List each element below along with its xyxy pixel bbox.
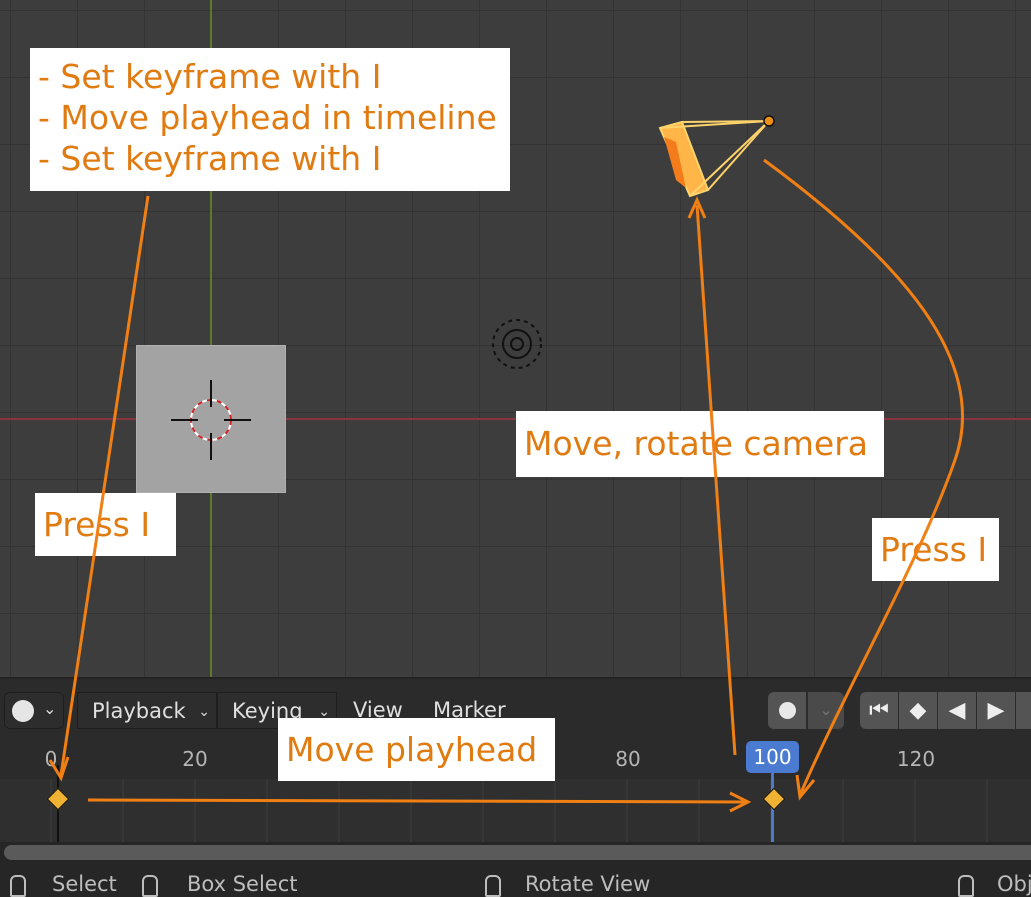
tick-label: 0 <box>44 747 58 771</box>
scrollbar-thumb[interactable] <box>4 845 1031 860</box>
move-camera-note: Move, rotate camera <box>516 411 884 477</box>
press-i-right-note: Press I <box>872 518 999 581</box>
step-1-text: - Set keyframe with I <box>38 57 382 96</box>
mouse-drag-icon <box>142 875 158 897</box>
chevron-down-icon: ⌄ <box>198 704 210 720</box>
status-box-select: Box Select <box>187 872 298 896</box>
move-playhead-note: Move playhead <box>278 718 555 781</box>
status-bar: Select Box Select Rotate View Obj <box>0 866 1031 897</box>
timeline-scrollbar[interactable] <box>0 842 1031 866</box>
press-i-left-note: Press I <box>35 493 176 556</box>
tick-label: 120 <box>896 747 936 771</box>
step-2-text: - Move playhead in timeline <box>38 98 497 137</box>
mouse-right-icon <box>958 875 974 897</box>
record-dot-icon <box>779 702 796 719</box>
step-3-text: - Set keyframe with I <box>38 139 382 178</box>
jump-to-end-icon[interactable] <box>1016 692 1031 729</box>
editor-type-button[interactable]: ⌄ <box>4 692 64 729</box>
play-icon[interactable]: ▶ <box>977 692 1015 729</box>
status-object: Obj <box>997 872 1031 896</box>
steps-note: - Set keyframe with I - Move playhead in… <box>30 48 510 191</box>
cube-object[interactable] <box>136 345 286 493</box>
tick-label: 80 <box>615 747 641 771</box>
mouse-left-icon <box>10 875 26 897</box>
mouse-middle-icon <box>485 875 501 897</box>
jump-to-start-icon[interactable]: ⏮ <box>860 692 898 729</box>
auto-keying-button[interactable] <box>768 692 806 729</box>
auto-keying-dropdown[interactable]: ⌄ <box>808 692 844 729</box>
playhead-frame-indicator[interactable]: 100 <box>746 741 799 773</box>
jump-to-keyframe-icon[interactable]: ◆ <box>899 692 937 729</box>
play-reverse-icon[interactable]: ◀ <box>938 692 976 729</box>
playback-menu[interactable]: Playback ⌄ <box>77 692 217 729</box>
playback-menu-label: Playback <box>92 699 186 723</box>
status-select: Select <box>52 872 117 896</box>
clock-icon <box>12 700 34 722</box>
tick-label: 20 <box>182 747 208 771</box>
status-rotate-view: Rotate View <box>525 872 651 896</box>
keyframe-track[interactable] <box>0 779 1031 842</box>
chevron-down-icon: ⌄ <box>43 699 57 718</box>
